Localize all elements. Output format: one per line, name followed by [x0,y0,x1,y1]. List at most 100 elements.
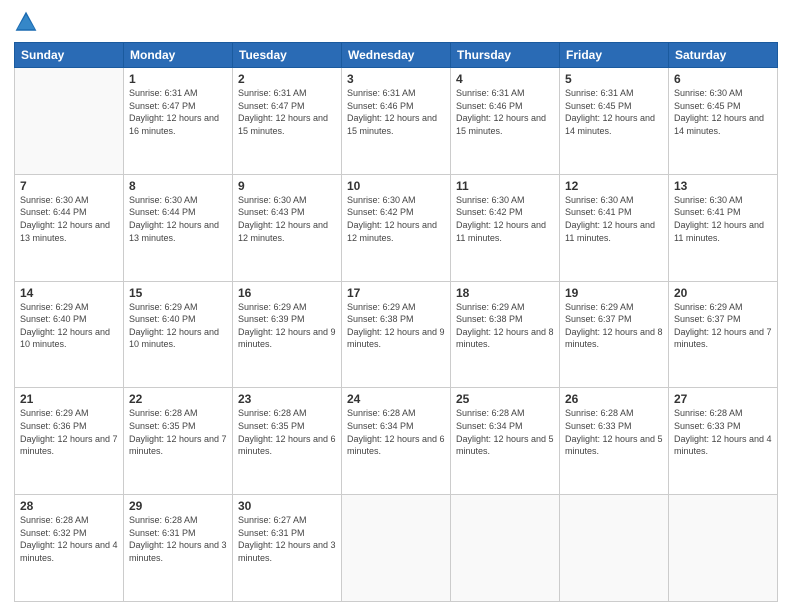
day-number: 23 [238,392,336,406]
calendar-cell [669,495,778,602]
day-number: 2 [238,72,336,86]
day-info: Sunrise: 6:31 AM Sunset: 6:45 PM Dayligh… [565,87,663,137]
calendar-cell: 11Sunrise: 6:30 AM Sunset: 6:42 PM Dayli… [451,174,560,281]
day-number: 15 [129,286,227,300]
calendar-cell: 18Sunrise: 6:29 AM Sunset: 6:38 PM Dayli… [451,281,560,388]
calendar-cell: 15Sunrise: 6:29 AM Sunset: 6:40 PM Dayli… [124,281,233,388]
day-info: Sunrise: 6:28 AM Sunset: 6:34 PM Dayligh… [347,407,445,457]
calendar-table: SundayMondayTuesdayWednesdayThursdayFrid… [14,42,778,602]
day-info: Sunrise: 6:29 AM Sunset: 6:40 PM Dayligh… [20,301,118,351]
week-row-4: 21Sunrise: 6:29 AM Sunset: 6:36 PM Dayli… [15,388,778,495]
day-number: 6 [674,72,772,86]
day-number: 11 [456,179,554,193]
day-info: Sunrise: 6:28 AM Sunset: 6:35 PM Dayligh… [129,407,227,457]
calendar-cell: 2Sunrise: 6:31 AM Sunset: 6:47 PM Daylig… [233,68,342,175]
day-number: 16 [238,286,336,300]
calendar-cell: 10Sunrise: 6:30 AM Sunset: 6:42 PM Dayli… [342,174,451,281]
day-number: 1 [129,72,227,86]
calendar-cell [15,68,124,175]
calendar-cell: 13Sunrise: 6:30 AM Sunset: 6:41 PM Dayli… [669,174,778,281]
day-info: Sunrise: 6:28 AM Sunset: 6:31 PM Dayligh… [129,514,227,564]
calendar-cell: 16Sunrise: 6:29 AM Sunset: 6:39 PM Dayli… [233,281,342,388]
calendar-cell: 14Sunrise: 6:29 AM Sunset: 6:40 PM Dayli… [15,281,124,388]
day-info: Sunrise: 6:31 AM Sunset: 6:47 PM Dayligh… [238,87,336,137]
day-number: 8 [129,179,227,193]
day-info: Sunrise: 6:30 AM Sunset: 6:45 PM Dayligh… [674,87,772,137]
day-number: 26 [565,392,663,406]
calendar-cell: 7Sunrise: 6:30 AM Sunset: 6:44 PM Daylig… [15,174,124,281]
day-info: Sunrise: 6:30 AM Sunset: 6:41 PM Dayligh… [565,194,663,244]
day-info: Sunrise: 6:28 AM Sunset: 6:35 PM Dayligh… [238,407,336,457]
calendar-cell [451,495,560,602]
day-number: 17 [347,286,445,300]
day-number: 5 [565,72,663,86]
day-number: 10 [347,179,445,193]
day-info: Sunrise: 6:30 AM Sunset: 6:44 PM Dayligh… [20,194,118,244]
day-info: Sunrise: 6:28 AM Sunset: 6:33 PM Dayligh… [565,407,663,457]
calendar-cell: 19Sunrise: 6:29 AM Sunset: 6:37 PM Dayli… [560,281,669,388]
weekday-monday: Monday [124,43,233,68]
calendar-cell: 5Sunrise: 6:31 AM Sunset: 6:45 PM Daylig… [560,68,669,175]
day-number: 18 [456,286,554,300]
day-info: Sunrise: 6:27 AM Sunset: 6:31 PM Dayligh… [238,514,336,564]
calendar-cell: 21Sunrise: 6:29 AM Sunset: 6:36 PM Dayli… [15,388,124,495]
day-info: Sunrise: 6:31 AM Sunset: 6:46 PM Dayligh… [347,87,445,137]
day-info: Sunrise: 6:30 AM Sunset: 6:41 PM Dayligh… [674,194,772,244]
day-info: Sunrise: 6:29 AM Sunset: 6:37 PM Dayligh… [674,301,772,351]
day-number: 30 [238,499,336,513]
calendar-cell: 17Sunrise: 6:29 AM Sunset: 6:38 PM Dayli… [342,281,451,388]
day-number: 3 [347,72,445,86]
header [14,10,778,34]
day-info: Sunrise: 6:31 AM Sunset: 6:47 PM Dayligh… [129,87,227,137]
calendar-cell: 6Sunrise: 6:30 AM Sunset: 6:45 PM Daylig… [669,68,778,175]
weekday-saturday: Saturday [669,43,778,68]
day-number: 22 [129,392,227,406]
day-number: 13 [674,179,772,193]
day-number: 14 [20,286,118,300]
day-number: 25 [456,392,554,406]
calendar-cell: 8Sunrise: 6:30 AM Sunset: 6:44 PM Daylig… [124,174,233,281]
day-number: 9 [238,179,336,193]
day-info: Sunrise: 6:30 AM Sunset: 6:42 PM Dayligh… [456,194,554,244]
calendar-cell: 23Sunrise: 6:28 AM Sunset: 6:35 PM Dayli… [233,388,342,495]
weekday-wednesday: Wednesday [342,43,451,68]
day-number: 28 [20,499,118,513]
week-row-1: 1Sunrise: 6:31 AM Sunset: 6:47 PM Daylig… [15,68,778,175]
calendar-cell: 28Sunrise: 6:28 AM Sunset: 6:32 PM Dayli… [15,495,124,602]
logo [14,10,42,34]
calendar-cell: 9Sunrise: 6:30 AM Sunset: 6:43 PM Daylig… [233,174,342,281]
day-number: 24 [347,392,445,406]
calendar-cell: 29Sunrise: 6:28 AM Sunset: 6:31 PM Dayli… [124,495,233,602]
day-info: Sunrise: 6:29 AM Sunset: 6:40 PM Dayligh… [129,301,227,351]
day-info: Sunrise: 6:28 AM Sunset: 6:33 PM Dayligh… [674,407,772,457]
day-info: Sunrise: 6:29 AM Sunset: 6:38 PM Dayligh… [347,301,445,351]
day-number: 7 [20,179,118,193]
day-info: Sunrise: 6:30 AM Sunset: 6:43 PM Dayligh… [238,194,336,244]
calendar-cell: 20Sunrise: 6:29 AM Sunset: 6:37 PM Dayli… [669,281,778,388]
day-number: 4 [456,72,554,86]
day-number: 12 [565,179,663,193]
week-row-2: 7Sunrise: 6:30 AM Sunset: 6:44 PM Daylig… [15,174,778,281]
day-info: Sunrise: 6:30 AM Sunset: 6:44 PM Dayligh… [129,194,227,244]
day-info: Sunrise: 6:29 AM Sunset: 6:39 PM Dayligh… [238,301,336,351]
weekday-friday: Friday [560,43,669,68]
calendar-cell [560,495,669,602]
logo-icon [14,10,38,34]
week-row-3: 14Sunrise: 6:29 AM Sunset: 6:40 PM Dayli… [15,281,778,388]
day-number: 29 [129,499,227,513]
day-info: Sunrise: 6:28 AM Sunset: 6:34 PM Dayligh… [456,407,554,457]
calendar-cell: 4Sunrise: 6:31 AM Sunset: 6:46 PM Daylig… [451,68,560,175]
calendar-cell: 25Sunrise: 6:28 AM Sunset: 6:34 PM Dayli… [451,388,560,495]
day-number: 27 [674,392,772,406]
day-info: Sunrise: 6:29 AM Sunset: 6:36 PM Dayligh… [20,407,118,457]
calendar-cell: 30Sunrise: 6:27 AM Sunset: 6:31 PM Dayli… [233,495,342,602]
day-number: 19 [565,286,663,300]
day-info: Sunrise: 6:31 AM Sunset: 6:46 PM Dayligh… [456,87,554,137]
week-row-5: 28Sunrise: 6:28 AM Sunset: 6:32 PM Dayli… [15,495,778,602]
calendar-cell: 3Sunrise: 6:31 AM Sunset: 6:46 PM Daylig… [342,68,451,175]
day-info: Sunrise: 6:29 AM Sunset: 6:38 PM Dayligh… [456,301,554,351]
weekday-thursday: Thursday [451,43,560,68]
page: SundayMondayTuesdayWednesdayThursdayFrid… [0,0,792,612]
calendar-cell: 26Sunrise: 6:28 AM Sunset: 6:33 PM Dayli… [560,388,669,495]
calendar-cell: 24Sunrise: 6:28 AM Sunset: 6:34 PM Dayli… [342,388,451,495]
